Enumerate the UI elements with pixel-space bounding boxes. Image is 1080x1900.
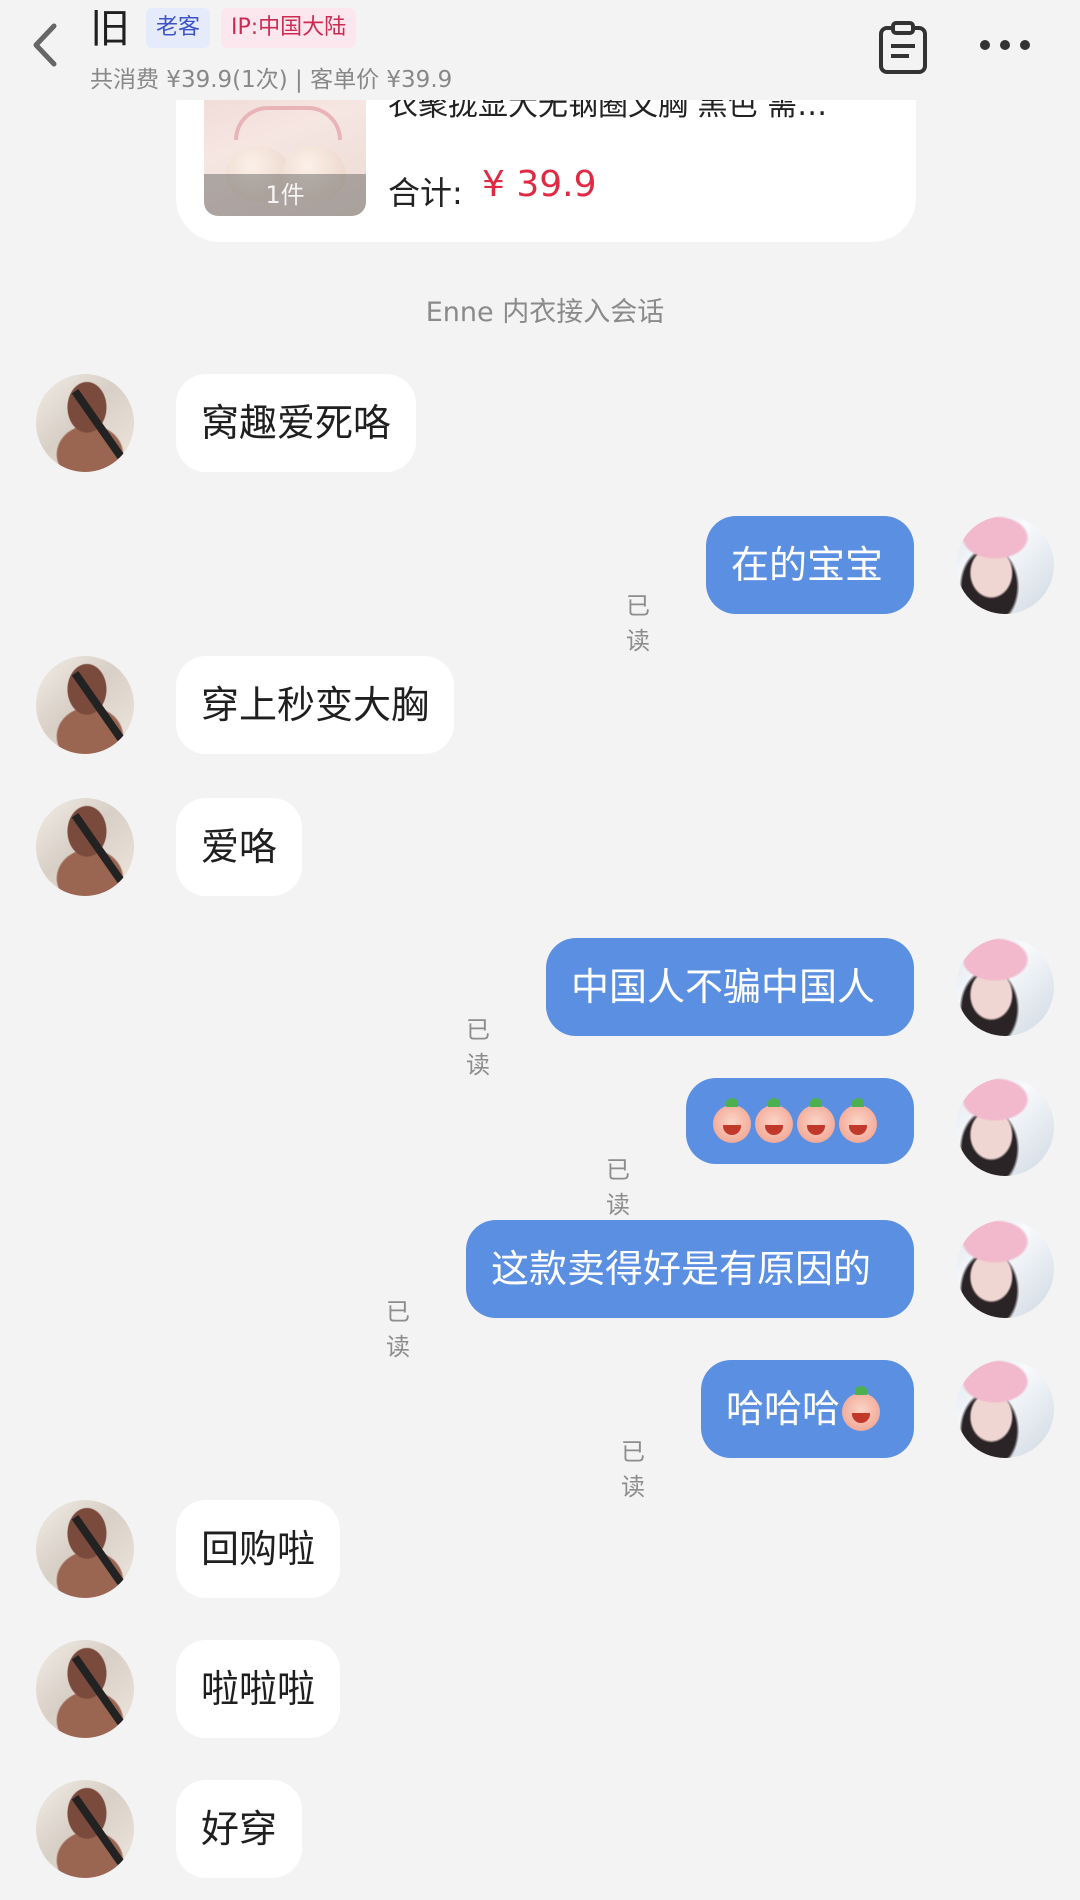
agent-avatar[interactable] <box>956 938 1054 1036</box>
message-bubble[interactable]: 穿上秒变大胸 <box>176 656 455 754</box>
read-status: 已读 <box>606 1156 630 1219</box>
agent-avatar[interactable] <box>956 1360 1054 1458</box>
customer-avatar[interactable] <box>36 656 134 754</box>
message-text: 哈哈哈 <box>726 1387 841 1431</box>
back-chevron-icon[interactable] <box>26 20 66 70</box>
read-status: 已读 <box>621 1438 645 1501</box>
order-total-price: ¥ 39.9 <box>482 164 597 205</box>
customer-avatar[interactable] <box>36 798 134 896</box>
peach-face-icon <box>839 1097 877 1143</box>
returning-customer-badge: 老客 <box>146 8 211 48</box>
message-bubble[interactable]: 在的宝宝 <box>706 516 914 614</box>
ip-location-badge: IP:中国大陆 <box>221 8 357 48</box>
more-options-icon[interactable] <box>978 30 1032 60</box>
order-total-label: 合计: <box>388 174 463 212</box>
read-status: 已读 <box>626 592 650 655</box>
agent-avatar[interactable] <box>956 516 1054 614</box>
peach-laugh-icon <box>842 1385 881 1431</box>
agent-avatar[interactable] <box>956 1220 1054 1318</box>
message-bubble[interactable]: 啦啦啦 <box>176 1640 341 1738</box>
peach-face-icon <box>797 1097 835 1143</box>
product-quantity: 1件 <box>204 174 366 216</box>
chat-header: 旧 老客 IP:中国大陆 共消费 ¥39.9(1次) | 客单价 ¥39.9 <box>0 0 1080 100</box>
clipboard-icon[interactable] <box>876 20 930 76</box>
message-bubble[interactable]: 爱咯 <box>176 798 303 896</box>
customer-avatar[interactable] <box>36 1780 134 1878</box>
message-bubble[interactable]: 哈哈哈 <box>701 1360 914 1458</box>
read-status: 已读 <box>386 1298 410 1361</box>
customer-spend-info: 共消费 ¥39.9(1次) | 客单价 ¥39.9 <box>90 67 453 93</box>
message-bubble[interactable]: 回购啦 <box>176 1500 341 1598</box>
customer-name: 旧 <box>90 6 130 52</box>
peach-face-icon <box>713 1097 751 1143</box>
emoji-message-bubble[interactable] <box>686 1078 914 1164</box>
message-bubble[interactable]: 好穿 <box>176 1780 303 1878</box>
system-message: Enne 内衣接入会话 <box>425 297 665 328</box>
read-status: 已读 <box>466 1016 490 1079</box>
customer-avatar[interactable] <box>36 374 134 472</box>
peach-face-icon <box>755 1097 793 1143</box>
message-bubble[interactable]: 这款卖得好是有原因的 <box>466 1220 914 1318</box>
message-bubble[interactable]: 窝趣爱死咯 <box>176 374 417 472</box>
agent-avatar[interactable] <box>956 1078 1054 1176</box>
customer-avatar[interactable] <box>36 1500 134 1598</box>
message-bubble[interactable]: 中国人不骗中国人 <box>546 938 914 1036</box>
customer-avatar[interactable] <box>36 1640 134 1738</box>
product-thumbnail[interactable]: 1件 <box>204 86 366 216</box>
